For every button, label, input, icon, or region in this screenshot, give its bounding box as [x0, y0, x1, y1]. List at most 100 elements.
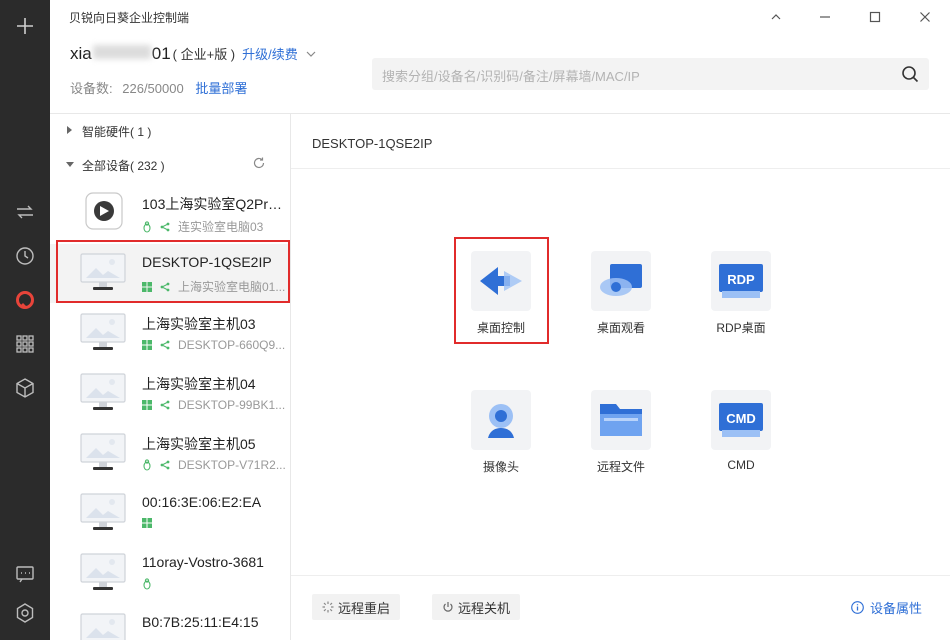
settings-gear-icon[interactable]	[12, 600, 38, 626]
remote-swap-icon[interactable]	[12, 199, 38, 225]
search-input[interactable]: 搜索分组/设备名/识别码/备注/屏幕墙/MAC/IP	[372, 58, 929, 90]
collapse-chevron-icon[interactable]	[765, 6, 787, 28]
linux-os-icon	[143, 459, 151, 471]
message-icon[interactable]	[12, 561, 38, 587]
account-edition: ( 企业+版 )	[172, 47, 236, 62]
windows-os-icon	[142, 340, 152, 350]
device-thumbnail	[80, 552, 126, 592]
add-icon[interactable]	[12, 13, 38, 39]
device-name: 上海实验室主机03	[142, 316, 256, 332]
linux-os-icon	[143, 578, 151, 590]
share-icon	[160, 222, 170, 231]
restart-spinner-icon	[322, 601, 334, 613]
minimize-button[interactable]	[814, 6, 836, 28]
device-remark: DESKTOP-V71R2...	[178, 458, 286, 472]
desktop-view-icon	[600, 264, 642, 296]
apps-grid-icon[interactable]	[12, 331, 38, 357]
monitor-thumbnail-icon	[80, 433, 126, 470]
windows-os-icon	[142, 281, 152, 292]
rdp-icon: RDP	[719, 264, 763, 298]
device-thumbnail	[80, 252, 126, 292]
camera-button[interactable]: 摄像头	[451, 380, 551, 480]
refresh-icon[interactable]	[252, 156, 266, 170]
device-list-item[interactable]: 上海实验室主机03 DESKTOP-660Q9...	[50, 304, 290, 363]
device-count: 设备数: 226/50000 批量部署	[70, 81, 248, 96]
device-remark: DESKTOP-99BK1...	[178, 398, 286, 412]
device-thumbnail	[80, 312, 126, 352]
device-list-item[interactable]: 上海实验室主机05 DESKTOP-V71R2...	[50, 424, 290, 483]
device-remark: DESKTOP-660Q9...	[178, 338, 286, 352]
device-list-item[interactable]: 上海实验室主机04 DESKTOP-99BK1...	[50, 364, 290, 423]
group-smart-hardware[interactable]: 智能硬件( 1 )	[50, 117, 290, 143]
left-nav-rail	[0, 0, 50, 640]
monitor-thumbnail-icon	[80, 553, 126, 590]
desktop-view-button[interactable]: 桌面观看	[571, 241, 671, 341]
device-meta	[142, 518, 288, 528]
device-name: 00:16:3E:06:E2:EA	[142, 494, 262, 510]
monitor-thumbnail-icon	[80, 493, 126, 530]
cmd-button[interactable]: CMD CMD	[691, 380, 791, 480]
account-dropdown-chevron-icon[interactable]	[306, 49, 316, 59]
device-name: 11oray-Vostro-3681	[142, 554, 264, 570]
pane-divider	[290, 113, 291, 640]
monitor-thumbnail-icon	[80, 253, 126, 290]
device-meta: 上海实验室电脑01...	[142, 278, 288, 295]
device-properties-link[interactable]: 设备属性	[851, 598, 922, 617]
upgrade-link[interactable]: 升级/续费	[242, 44, 298, 63]
collapse-arrow-icon[interactable]	[66, 162, 74, 167]
window-title: 贝锐向日葵企业控制端	[69, 11, 190, 25]
sunlogin-brand-icon[interactable]	[12, 287, 38, 313]
device-list-item[interactable]: 11oray-Vostro-3681	[50, 544, 290, 603]
expand-arrow-icon[interactable]	[67, 126, 72, 134]
bulk-deploy-link[interactable]: 批量部署	[195, 81, 247, 96]
device-thumbnail	[80, 372, 126, 412]
device-name: DESKTOP-1QSE2IP	[142, 254, 272, 270]
share-icon	[160, 460, 170, 470]
camera-icon	[488, 404, 514, 438]
title-bar: 贝锐向日葵企业控制端	[50, 0, 950, 34]
device-meta: DESKTOP-99BK1...	[142, 398, 288, 412]
device-thumbnail	[80, 612, 126, 640]
remote-files-button[interactable]: 远程文件	[571, 380, 671, 480]
device-list-item[interactable]: 00:16:3E:06:E2:EA	[50, 484, 290, 543]
device-meta: DESKTOP-V71R2...	[142, 458, 288, 472]
device-thumbnail	[80, 432, 126, 472]
share-icon	[160, 282, 170, 291]
footer-divider	[291, 575, 950, 576]
desktop-control-icon	[480, 267, 522, 295]
windows-os-icon	[142, 400, 152, 410]
remote-restart-button[interactable]: 远程重启	[312, 594, 401, 620]
info-icon	[851, 601, 864, 614]
device-list-item[interactable]: DESKTOP-1QSE2IP 上海实验室电脑01...	[50, 244, 290, 303]
device-list-item[interactable]: B0:7B:25:11:E4:15	[50, 604, 290, 640]
history-clock-icon[interactable]	[12, 243, 38, 269]
device-remark: 上海实验室电脑01...	[178, 280, 286, 294]
cmd-icon: CMD	[719, 403, 763, 437]
account-name-redacted	[92, 45, 151, 59]
monitor-thumbnail-icon	[80, 313, 126, 350]
desktop-control-button[interactable]: 桌面控制	[451, 241, 551, 341]
cube-icon[interactable]	[12, 375, 38, 401]
device-meta: DESKTOP-660Q9...	[142, 338, 288, 352]
group-all-devices[interactable]: 全部设备( 232 )	[50, 151, 290, 177]
share-icon	[160, 400, 170, 410]
pane-header-divider	[291, 168, 950, 169]
device-meta	[142, 578, 288, 590]
device-list-item[interactable]: 103上海实验室Q2Pro-... 连实验室电脑03	[50, 184, 290, 243]
maximize-button[interactable]	[864, 6, 886, 28]
search-icon[interactable]	[901, 65, 919, 83]
rdp-desktop-button[interactable]: RDP RDP桌面	[691, 241, 791, 341]
device-name: B0:7B:25:11:E4:15	[142, 614, 259, 630]
remote-shutdown-button[interactable]: 远程关机	[432, 594, 521, 620]
close-button[interactable]	[914, 6, 936, 28]
account-header: xia 01 ( 企业+版 ) 升级/续费	[70, 44, 316, 74]
device-name: 103上海实验室Q2Pro-...	[142, 196, 288, 212]
share-icon	[160, 340, 170, 350]
device-name: 上海实验室主机05	[142, 436, 256, 452]
account-name-suffix: 01	[151, 44, 171, 63]
linux-os-icon	[143, 220, 151, 233]
device-remark: 连实验室电脑03	[178, 220, 264, 234]
selected-device-title: DESKTOP-1QSE2IP	[312, 136, 433, 151]
cmd-badge-text: CMD	[726, 411, 756, 426]
device-thumbnail	[80, 192, 126, 232]
